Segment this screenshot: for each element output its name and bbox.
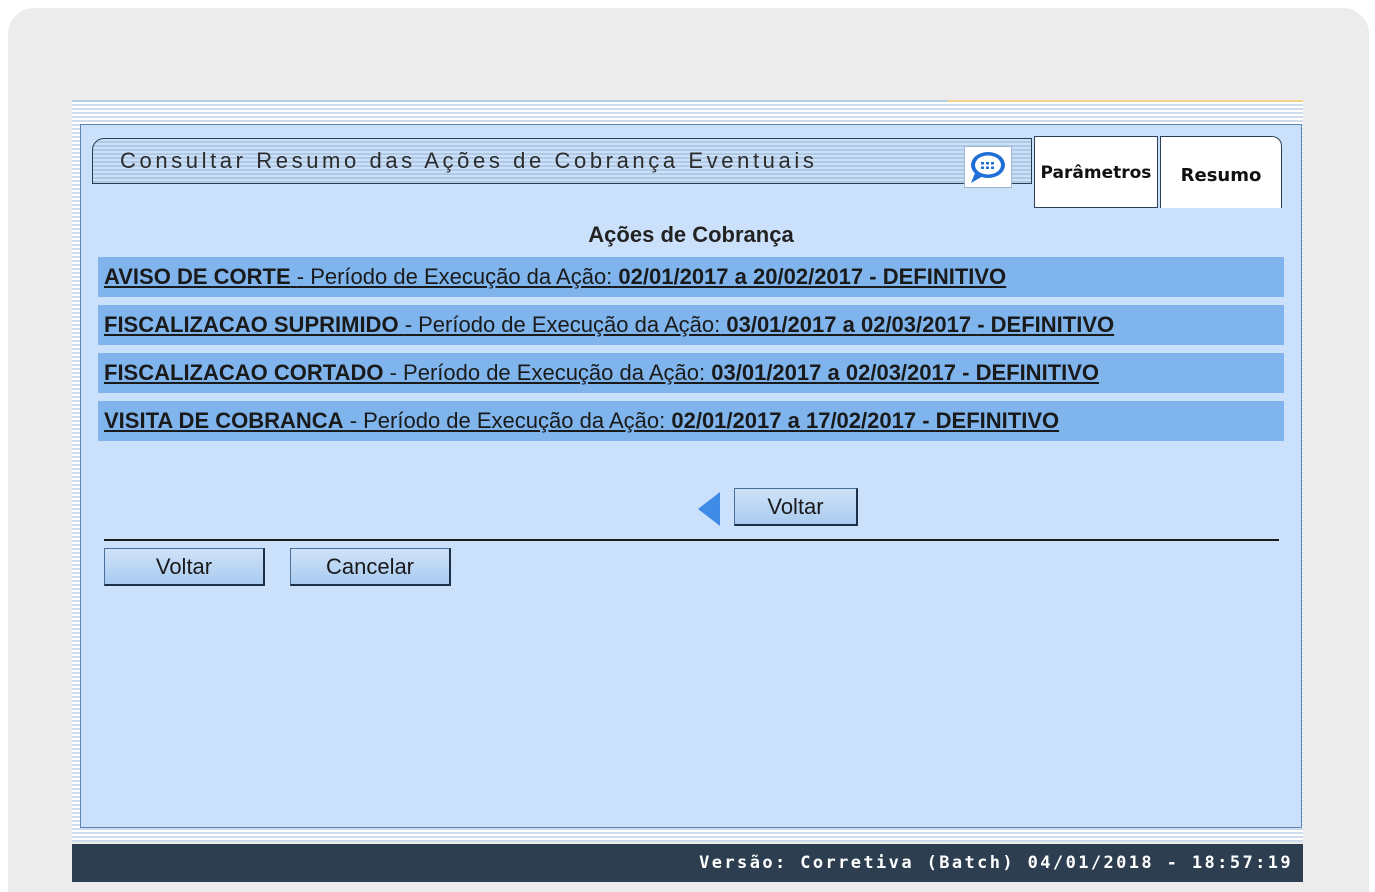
action-link[interactable]: VISITA DE COBRANCA - Período de Execução… — [104, 408, 1059, 433]
chat-bubble-icon — [971, 152, 1005, 183]
voltar-button[interactable]: Voltar — [104, 548, 265, 586]
cancelar-button[interactable]: Cancelar — [290, 548, 451, 586]
page-title: Consultar Resumo das Ações de Cobrança E… — [120, 148, 818, 173]
section-heading: Ações de Cobrança — [588, 222, 794, 247]
divider — [104, 539, 1279, 541]
chat-icon[interactable] — [964, 146, 1012, 188]
action-link[interactable]: AVISO DE CORTE - Período de Execução da … — [104, 264, 1006, 289]
action-link[interactable]: FISCALIZACAO CORTADO - Período de Execuç… — [104, 360, 1099, 385]
action-row[interactable]: FISCALIZACAO SUPRIMIDO - Período de Exec… — [98, 305, 1284, 345]
action-row[interactable]: AVISO DE CORTE - Período de Execução da … — [98, 257, 1284, 297]
tab-parametros[interactable]: Parâmetros — [1034, 136, 1158, 208]
action-link[interactable]: FISCALIZACAO SUPRIMIDO - Período de Exec… — [104, 312, 1114, 337]
tab-resumo[interactable]: Resumo — [1160, 136, 1282, 208]
action-row[interactable]: VISITA DE COBRANCA - Período de Execução… — [98, 401, 1284, 441]
voltar-center-button[interactable]: Voltar — [734, 488, 858, 526]
version-footer: Versão: Corretiva (Batch) 04/01/2018 - 1… — [72, 844, 1303, 882]
action-row[interactable]: FISCALIZACAO CORTADO - Período de Execuç… — [98, 353, 1284, 393]
back-arrow-icon[interactable] — [698, 492, 722, 526]
